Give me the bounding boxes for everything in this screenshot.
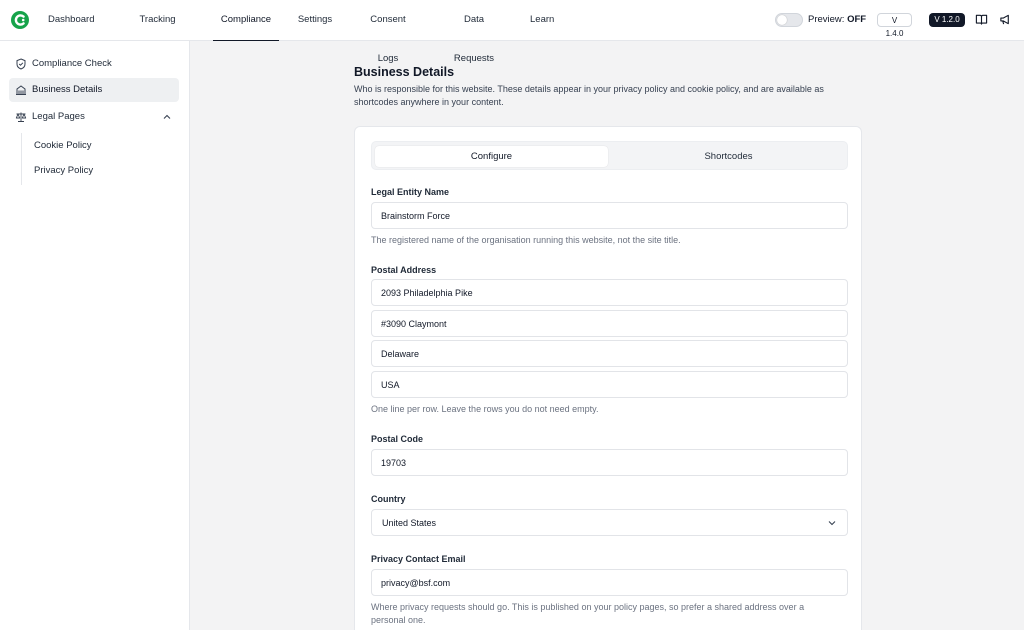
nav-tracking-manager[interactable]: Tracking Manager [120, 0, 195, 64]
postal-address-line-3[interactable] [371, 340, 848, 367]
book-icon[interactable] [975, 13, 988, 26]
privacy-email-help: Where privacy requests should go. This i… [371, 602, 805, 625]
country-label: Country [371, 494, 406, 504]
page-description: Who is responsible for this website. The… [354, 84, 824, 107]
postal-address-line-2[interactable] [371, 310, 848, 337]
tab-configure[interactable]: Configure [375, 146, 608, 167]
page-title: Business Details [354, 65, 455, 79]
privacy-email-input[interactable] [371, 569, 848, 596]
postal-address-line-1[interactable] [371, 279, 848, 306]
building-icon [16, 85, 26, 95]
postal-address-help: One line per row. Leave the rows you do … [371, 404, 599, 414]
nav-dashboard[interactable]: Dashboard [48, 0, 94, 41]
app-logo-icon[interactable] [11, 11, 29, 29]
tab-group: Configure Shortcodes [371, 141, 848, 170]
tab-shortcodes[interactable]: Shortcodes [612, 146, 845, 167]
version-badge-dark[interactable]: V 1.2.0 [929, 13, 965, 27]
privacy-email-label: Privacy Contact Email [371, 554, 466, 564]
nav-consent-logs[interactable]: Consent Logs [359, 0, 417, 64]
shield-icon [16, 58, 26, 70]
sidebar-item-legal-pages[interactable]: Legal Pages [9, 105, 179, 129]
sidebar-item-compliance-check[interactable]: Compliance Check [9, 52, 179, 76]
sidebar-subitem-privacy-policy[interactable]: Privacy Policy [34, 165, 93, 176]
nav-data-requests[interactable]: Data Requests [443, 0, 505, 64]
preview-state: OFF [847, 14, 867, 25]
top-navigation: Dashboard Tracking Manager Compliance Se… [0, 0, 1024, 64]
country-select-value: United States [382, 518, 437, 528]
preview-label: Preview: OFF [808, 14, 866, 25]
country-select[interactable]: United States [371, 509, 848, 536]
nav-settings[interactable]: Settings [297, 0, 333, 41]
postal-code-input[interactable] [371, 449, 848, 476]
business-details-card: Configure Shortcodes Legal Entity Name T… [354, 126, 862, 630]
postal-address-line-4[interactable] [371, 371, 848, 398]
preview-label-text: Preview: [808, 14, 845, 25]
version-badge-outline[interactable]: V 1.4.0 [877, 13, 912, 38]
legal-entity-input[interactable] [371, 202, 848, 229]
preview-toggle[interactable] [775, 13, 803, 27]
sidebar-item-business-details[interactable]: Business Details [9, 78, 179, 102]
nav-learn[interactable]: Learn [530, 0, 554, 41]
scale-icon [15, 112, 27, 122]
chevron-up-icon[interactable] [162, 112, 172, 122]
postal-address-label: Postal Address [371, 265, 437, 275]
postal-code-label: Postal Code [371, 434, 424, 444]
toggle-knob [777, 15, 787, 25]
sidebar-item-label: Compliance Check [32, 58, 112, 69]
legal-entity-label: Legal Entity Name [371, 187, 450, 197]
legal-entity-help: The registered name of the organisation … [371, 235, 681, 245]
sidebar-subitem-cookie-policy[interactable]: Cookie Policy [34, 140, 92, 151]
chevron-down-icon [828, 521, 836, 526]
sidebar: Compliance Check Business Details Legal … [0, 41, 190, 630]
submenu-divider [21, 133, 22, 185]
sidebar-item-label: Business Details [32, 84, 103, 95]
nav-compliance[interactable]: Compliance [213, 0, 279, 41]
megaphone-icon[interactable] [999, 13, 1012, 26]
sidebar-item-label: Legal Pages [32, 111, 85, 122]
